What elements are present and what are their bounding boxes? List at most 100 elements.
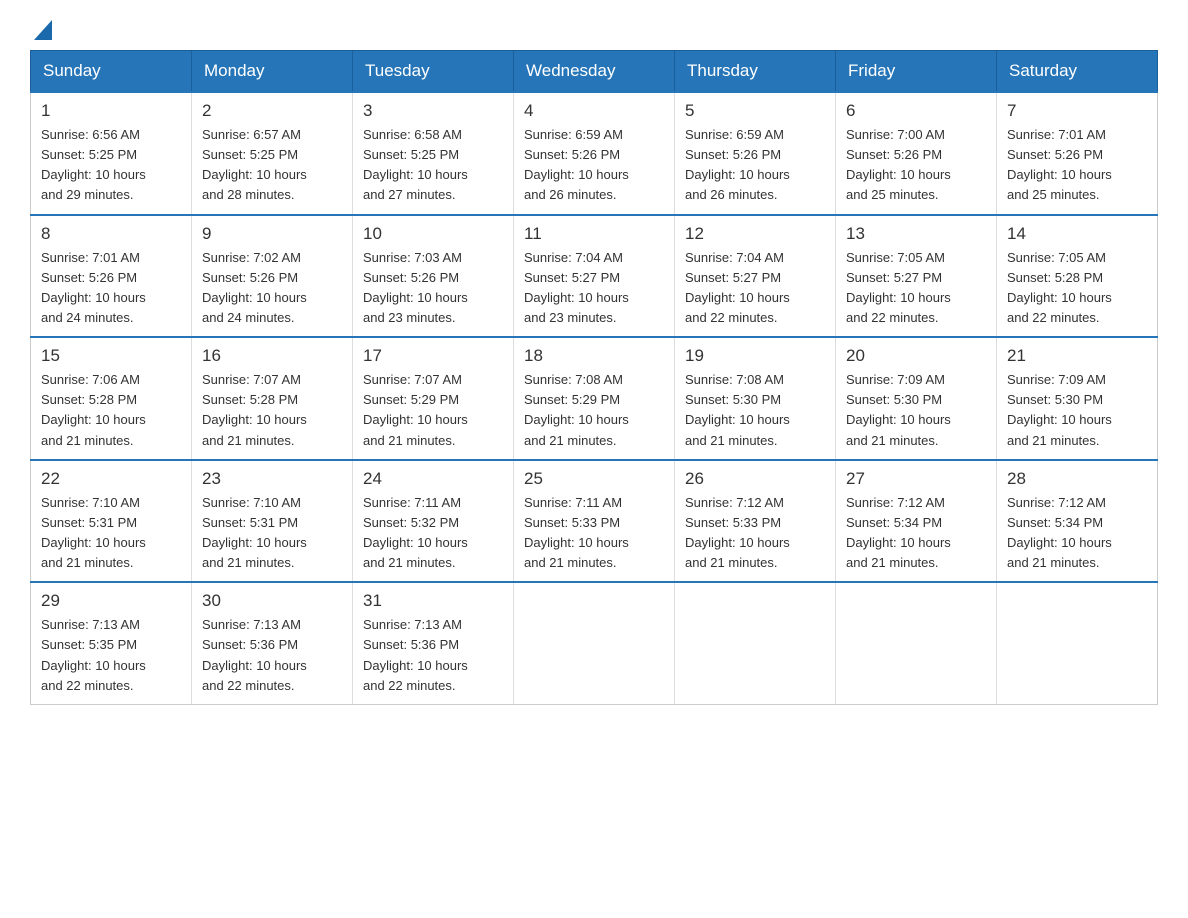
day-info: Sunrise: 7:01 AM Sunset: 5:26 PM Dayligh… (1007, 125, 1147, 206)
weekday-header-thursday: Thursday (675, 51, 836, 93)
day-number: 24 (363, 469, 503, 489)
day-number: 8 (41, 224, 181, 244)
logo-icon (34, 20, 52, 40)
calendar-cell (836, 582, 997, 704)
calendar-cell: 9 Sunrise: 7:02 AM Sunset: 5:26 PM Daylig… (192, 215, 353, 338)
calendar-cell: 13 Sunrise: 7:05 AM Sunset: 5:27 PM Dayli… (836, 215, 997, 338)
day-info: Sunrise: 7:10 AM Sunset: 5:31 PM Dayligh… (41, 493, 181, 574)
calendar-cell: 24 Sunrise: 7:11 AM Sunset: 5:32 PM Dayli… (353, 460, 514, 583)
day-number: 14 (1007, 224, 1147, 244)
day-number: 30 (202, 591, 342, 611)
calendar-cell: 17 Sunrise: 7:07 AM Sunset: 5:29 PM Dayli… (353, 337, 514, 460)
day-number: 19 (685, 346, 825, 366)
day-info: Sunrise: 6:59 AM Sunset: 5:26 PM Dayligh… (524, 125, 664, 206)
calendar-cell: 12 Sunrise: 7:04 AM Sunset: 5:27 PM Dayli… (675, 215, 836, 338)
calendar-cell: 29 Sunrise: 7:13 AM Sunset: 5:35 PM Dayli… (31, 582, 192, 704)
day-number: 18 (524, 346, 664, 366)
day-info: Sunrise: 7:09 AM Sunset: 5:30 PM Dayligh… (846, 370, 986, 451)
day-info: Sunrise: 7:06 AM Sunset: 5:28 PM Dayligh… (41, 370, 181, 451)
logo (30, 20, 52, 40)
day-number: 29 (41, 591, 181, 611)
calendar-cell: 5 Sunrise: 6:59 AM Sunset: 5:26 PM Daylig… (675, 92, 836, 215)
day-number: 11 (524, 224, 664, 244)
weekday-header-wednesday: Wednesday (514, 51, 675, 93)
day-number: 1 (41, 101, 181, 121)
calendar-week-row: 15 Sunrise: 7:06 AM Sunset: 5:28 PM Dayli… (31, 337, 1158, 460)
weekday-header-monday: Monday (192, 51, 353, 93)
calendar-cell: 26 Sunrise: 7:12 AM Sunset: 5:33 PM Dayli… (675, 460, 836, 583)
calendar-cell: 22 Sunrise: 7:10 AM Sunset: 5:31 PM Dayli… (31, 460, 192, 583)
calendar-cell: 10 Sunrise: 7:03 AM Sunset: 5:26 PM Dayli… (353, 215, 514, 338)
day-info: Sunrise: 7:07 AM Sunset: 5:28 PM Dayligh… (202, 370, 342, 451)
day-number: 28 (1007, 469, 1147, 489)
day-info: Sunrise: 7:05 AM Sunset: 5:27 PM Dayligh… (846, 248, 986, 329)
day-number: 6 (846, 101, 986, 121)
day-number: 27 (846, 469, 986, 489)
day-number: 26 (685, 469, 825, 489)
day-number: 2 (202, 101, 342, 121)
day-info: Sunrise: 6:58 AM Sunset: 5:25 PM Dayligh… (363, 125, 503, 206)
calendar-cell: 28 Sunrise: 7:12 AM Sunset: 5:34 PM Dayli… (997, 460, 1158, 583)
day-info: Sunrise: 7:12 AM Sunset: 5:34 PM Dayligh… (846, 493, 986, 574)
day-info: Sunrise: 7:13 AM Sunset: 5:35 PM Dayligh… (41, 615, 181, 696)
calendar-cell: 23 Sunrise: 7:10 AM Sunset: 5:31 PM Dayli… (192, 460, 353, 583)
day-number: 5 (685, 101, 825, 121)
calendar-cell: 6 Sunrise: 7:00 AM Sunset: 5:26 PM Daylig… (836, 92, 997, 215)
day-info: Sunrise: 7:12 AM Sunset: 5:34 PM Dayligh… (1007, 493, 1147, 574)
weekday-header-friday: Friday (836, 51, 997, 93)
day-number: 16 (202, 346, 342, 366)
calendar-cell (997, 582, 1158, 704)
day-info: Sunrise: 7:12 AM Sunset: 5:33 PM Dayligh… (685, 493, 825, 574)
day-number: 12 (685, 224, 825, 244)
calendar-cell: 7Sunrise: 7:01 AM Sunset: 5:26 PM Daylig… (997, 92, 1158, 215)
calendar-cell: 11 Sunrise: 7:04 AM Sunset: 5:27 PM Dayli… (514, 215, 675, 338)
calendar-week-row: 8 Sunrise: 7:01 AM Sunset: 5:26 PM Daylig… (31, 215, 1158, 338)
day-info: Sunrise: 7:02 AM Sunset: 5:26 PM Dayligh… (202, 248, 342, 329)
day-info: Sunrise: 7:13 AM Sunset: 5:36 PM Dayligh… (202, 615, 342, 696)
page-header (30, 20, 1158, 40)
day-info: Sunrise: 6:57 AM Sunset: 5:25 PM Dayligh… (202, 125, 342, 206)
calendar-cell: 8 Sunrise: 7:01 AM Sunset: 5:26 PM Daylig… (31, 215, 192, 338)
day-number: 10 (363, 224, 503, 244)
day-info: Sunrise: 7:09 AM Sunset: 5:30 PM Dayligh… (1007, 370, 1147, 451)
calendar-cell: 25Sunrise: 7:11 AM Sunset: 5:33 PM Dayli… (514, 460, 675, 583)
day-info: Sunrise: 7:04 AM Sunset: 5:27 PM Dayligh… (685, 248, 825, 329)
calendar-cell: 3 Sunrise: 6:58 AM Sunset: 5:25 PM Daylig… (353, 92, 514, 215)
weekday-header-saturday: Saturday (997, 51, 1158, 93)
calendar-cell: 2 Sunrise: 6:57 AM Sunset: 5:25 PM Daylig… (192, 92, 353, 215)
calendar-cell: 16 Sunrise: 7:07 AM Sunset: 5:28 PM Dayli… (192, 337, 353, 460)
weekday-header-row: SundayMondayTuesdayWednesdayThursdayFrid… (31, 51, 1158, 93)
weekday-header-tuesday: Tuesday (353, 51, 514, 93)
calendar-cell (514, 582, 675, 704)
day-number: 3 (363, 101, 503, 121)
calendar-cell: 15 Sunrise: 7:06 AM Sunset: 5:28 PM Dayli… (31, 337, 192, 460)
day-number: 9 (202, 224, 342, 244)
day-info: Sunrise: 7:03 AM Sunset: 5:26 PM Dayligh… (363, 248, 503, 329)
calendar-cell: 31Sunrise: 7:13 AM Sunset: 5:36 PM Dayli… (353, 582, 514, 704)
day-number: 13 (846, 224, 986, 244)
day-number: 22 (41, 469, 181, 489)
day-number: 15 (41, 346, 181, 366)
day-number: 23 (202, 469, 342, 489)
calendar-week-row: 29 Sunrise: 7:13 AM Sunset: 5:35 PM Dayli… (31, 582, 1158, 704)
calendar-cell: 30 Sunrise: 7:13 AM Sunset: 5:36 PM Dayli… (192, 582, 353, 704)
day-info: Sunrise: 7:05 AM Sunset: 5:28 PM Dayligh… (1007, 248, 1147, 329)
day-number: 4 (524, 101, 664, 121)
calendar-cell: 14 Sunrise: 7:05 AM Sunset: 5:28 PM Dayli… (997, 215, 1158, 338)
day-info: Sunrise: 7:01 AM Sunset: 5:26 PM Dayligh… (41, 248, 181, 329)
day-number: 25 (524, 469, 664, 489)
day-info: Sunrise: 6:56 AM Sunset: 5:25 PM Dayligh… (41, 125, 181, 206)
day-number: 31 (363, 591, 503, 611)
day-info: Sunrise: 7:07 AM Sunset: 5:29 PM Dayligh… (363, 370, 503, 451)
calendar-cell (675, 582, 836, 704)
calendar-table: SundayMondayTuesdayWednesdayThursdayFrid… (30, 50, 1158, 705)
day-info: Sunrise: 7:00 AM Sunset: 5:26 PM Dayligh… (846, 125, 986, 206)
calendar-cell: 19Sunrise: 7:08 AM Sunset: 5:30 PM Dayli… (675, 337, 836, 460)
day-number: 17 (363, 346, 503, 366)
weekday-header-sunday: Sunday (31, 51, 192, 93)
day-info: Sunrise: 6:59 AM Sunset: 5:26 PM Dayligh… (685, 125, 825, 206)
day-info: Sunrise: 7:11 AM Sunset: 5:32 PM Dayligh… (363, 493, 503, 574)
calendar-cell: 21Sunrise: 7:09 AM Sunset: 5:30 PM Dayli… (997, 337, 1158, 460)
day-info: Sunrise: 7:10 AM Sunset: 5:31 PM Dayligh… (202, 493, 342, 574)
day-info: Sunrise: 7:04 AM Sunset: 5:27 PM Dayligh… (524, 248, 664, 329)
